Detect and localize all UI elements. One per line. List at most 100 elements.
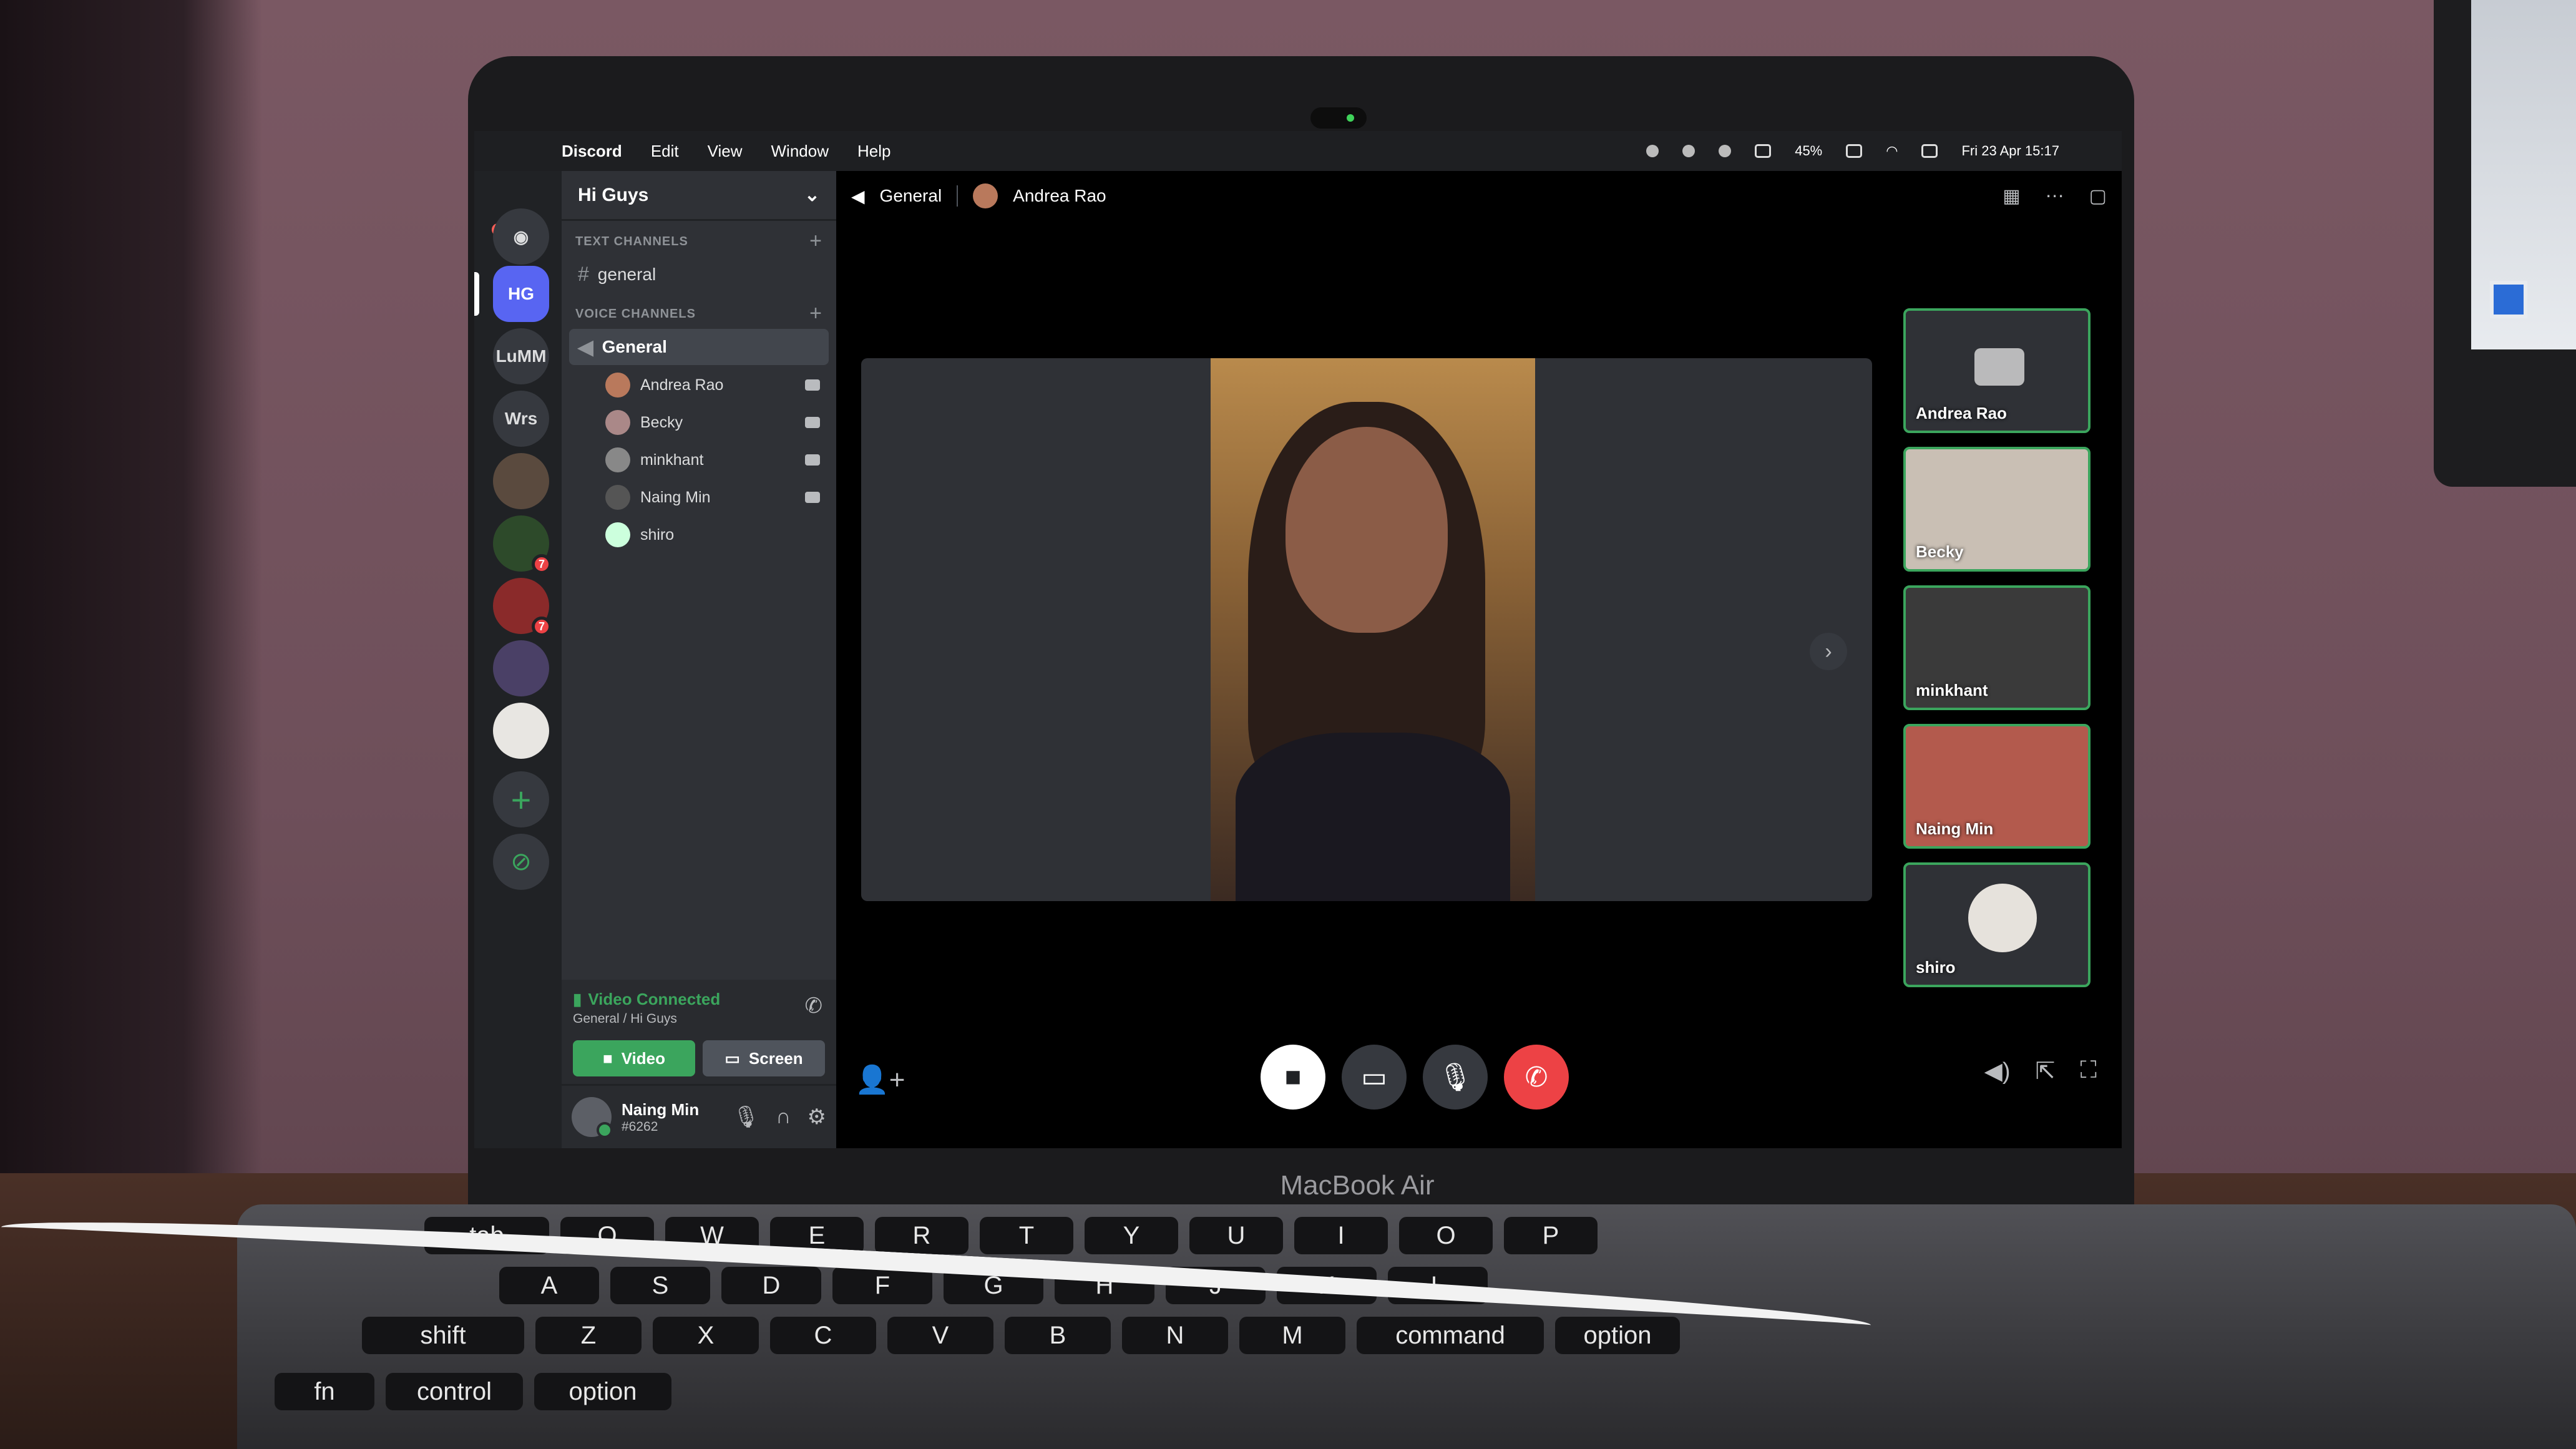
video-feed-body <box>1236 733 1510 901</box>
voice-user[interactable]: Naing Min <box>605 479 829 516</box>
server-wrs[interactable]: Wrs <box>493 391 549 447</box>
video-icon: ■ <box>602 1048 613 1068</box>
category-voice-channels[interactable]: VOICE CHANNELS + <box>562 293 836 328</box>
more-options-icon[interactable]: ⋯ <box>2046 185 2064 207</box>
voice-user[interactable]: minkhant <box>605 441 829 479</box>
voice-status[interactable]: ▮ Video Connected <box>573 990 825 1009</box>
guild-header[interactable]: Hi Guys ⌄ <box>562 171 836 221</box>
key: control <box>386 1373 523 1410</box>
control-center-icon[interactable] <box>1921 144 1938 158</box>
key: P <box>1504 1217 1598 1254</box>
vpn-icon[interactable] <box>1719 145 1732 157</box>
headphones-icon[interactable]: ∩ <box>776 1105 791 1129</box>
server-lumm[interactable]: LuMM <box>493 328 549 384</box>
volume-icon[interactable]: ◀) <box>1984 1057 2011 1085</box>
user-name: Naing Min <box>622 1100 700 1119</box>
wifi-icon[interactable]: ◠ <box>1886 143 1898 159</box>
disconnect-icon[interactable]: ✆ <box>805 993 823 1018</box>
key: I <box>1294 1217 1388 1254</box>
menu-edit[interactable]: Edit <box>651 142 679 161</box>
fullscreen-icon[interactable]: ⛶ <box>2080 1057 2097 1085</box>
key: fn <box>275 1373 374 1410</box>
participant-name: Andrea Rao <box>1916 404 2007 422</box>
key: shift <box>362 1317 524 1354</box>
explore-servers-icon[interactable]: ⊘ <box>493 834 549 890</box>
voice-user[interactable]: Andrea Rao <box>605 366 829 404</box>
menubar-clock[interactable]: Fri 23 Apr 15:17 <box>1961 143 2059 159</box>
laptop-model-label: MacBook Air <box>1280 1170 1435 1201</box>
microphone-icon[interactable]: 🎙 <box>733 1105 759 1129</box>
chat-icon[interactable]: ▢ <box>2089 185 2107 207</box>
add-user-icon[interactable]: 👤+ <box>855 1063 905 1096</box>
key: U <box>1189 1217 1283 1254</box>
channel-general-text[interactable]: # general <box>569 256 829 292</box>
screen-share-toggle-button[interactable]: ▭ <box>1342 1045 1407 1110</box>
server-avatar-icon[interactable] <box>493 453 549 509</box>
channel-general-voice[interactable]: ◀ General <box>569 329 829 365</box>
participant-tile[interactable]: Becky <box>1903 447 2091 572</box>
pop-out-icon[interactable]: ⇱ <box>2036 1057 2056 1085</box>
cloud-icon[interactable] <box>1682 145 1695 157</box>
mute-button[interactable]: 🎙 <box>1423 1045 1488 1110</box>
app-tray-icon[interactable] <box>1755 144 1772 158</box>
participant-name: minkhant <box>1916 681 1988 700</box>
server-hi-guys[interactable]: HG <box>493 266 549 322</box>
server-character-icon[interactable] <box>493 640 549 696</box>
menu-window[interactable]: Window <box>771 142 829 161</box>
participant-tile[interactable]: Naing Min <box>1903 724 2091 849</box>
stage-header: ◀ General Andrea Rao ▦ ⋯ ▢ <box>836 171 2122 221</box>
battery-icon[interactable] <box>1846 144 1863 158</box>
server-students-icon[interactable] <box>493 703 549 759</box>
video-icon <box>805 454 820 466</box>
add-server-icon[interactable]: + <box>493 771 549 827</box>
participant-name: Naing Min <box>1916 819 1994 838</box>
screen-share-button[interactable]: ▭ Screen <box>703 1040 825 1076</box>
battery-percent: 45% <box>1795 143 1823 159</box>
voice-user[interactable]: shiro <box>605 516 829 554</box>
key: option <box>534 1373 671 1410</box>
webcam-icon <box>1310 107 1367 129</box>
server-cube-icon[interactable]: 7 <box>493 515 552 574</box>
active-server-pill <box>474 272 479 316</box>
menu-help[interactable]: Help <box>857 142 890 161</box>
camera-toggle-button[interactable]: ■ <box>1261 1045 1325 1110</box>
status-dot-icon[interactable] <box>1646 145 1659 157</box>
participant-tile[interactable]: minkhant <box>1903 585 2091 710</box>
server-wrs-label: Wrs <box>504 409 538 428</box>
mac-menubar: Discord Edit View Window Help 45% ◠ Fri … <box>474 131 2122 171</box>
screen-button-label: Screen <box>748 1048 803 1068</box>
focused-user-name: Andrea Rao <box>1013 186 1106 205</box>
participant-tile[interactable]: shiro <box>1903 862 2091 987</box>
focused-video[interactable] <box>861 358 1872 901</box>
grid-layout-icon[interactable]: ▦ <box>2003 185 2020 207</box>
guild-name: Hi Guys <box>578 184 649 205</box>
menubar-status-area: 45% ◠ Fri 23 Apr 15:17 <box>1646 143 2059 159</box>
next-page-icon[interactable]: › <box>1810 633 1847 670</box>
microphone-icon: 🎙 <box>1438 1062 1473 1093</box>
avatar[interactable] <box>572 1097 613 1138</box>
avatar <box>605 522 630 547</box>
voice-panel-buttons: ■ Video ▭ Screen <box>573 1040 825 1076</box>
server-banner-icon[interactable]: 7 <box>493 578 552 637</box>
windows-logo-icon <box>2490 281 2527 318</box>
add-channel-icon[interactable]: + <box>809 303 822 324</box>
category-text-channels[interactable]: TEXT CHANNELS + <box>562 221 836 255</box>
menu-app-name[interactable]: Discord <box>562 142 622 161</box>
video-button[interactable]: ■ Video <box>573 1040 695 1076</box>
channel-name: general <box>597 264 656 284</box>
gear-icon[interactable]: ⚙ <box>807 1105 826 1129</box>
video-feed-face <box>1286 427 1448 633</box>
server-hi-guys-label: HG <box>508 284 534 303</box>
channel-name: General <box>602 337 667 356</box>
voice-location[interactable]: General / Hi Guys <box>573 1012 825 1027</box>
key: C <box>770 1317 876 1354</box>
discord-home-icon[interactable]: ◉ <box>493 208 549 265</box>
leave-call-button[interactable]: ✆ <box>1504 1045 1569 1110</box>
add-channel-icon[interactable]: + <box>809 230 822 251</box>
user-identity[interactable]: Naing Min #6262 <box>622 1100 699 1134</box>
voice-user-name: Becky <box>640 413 683 431</box>
menu-view[interactable]: View <box>708 142 743 161</box>
voice-user-name: Naing Min <box>640 488 711 506</box>
voice-user[interactable]: Becky <box>605 404 829 441</box>
participant-tile[interactable]: Andrea Rao <box>1903 308 2091 433</box>
